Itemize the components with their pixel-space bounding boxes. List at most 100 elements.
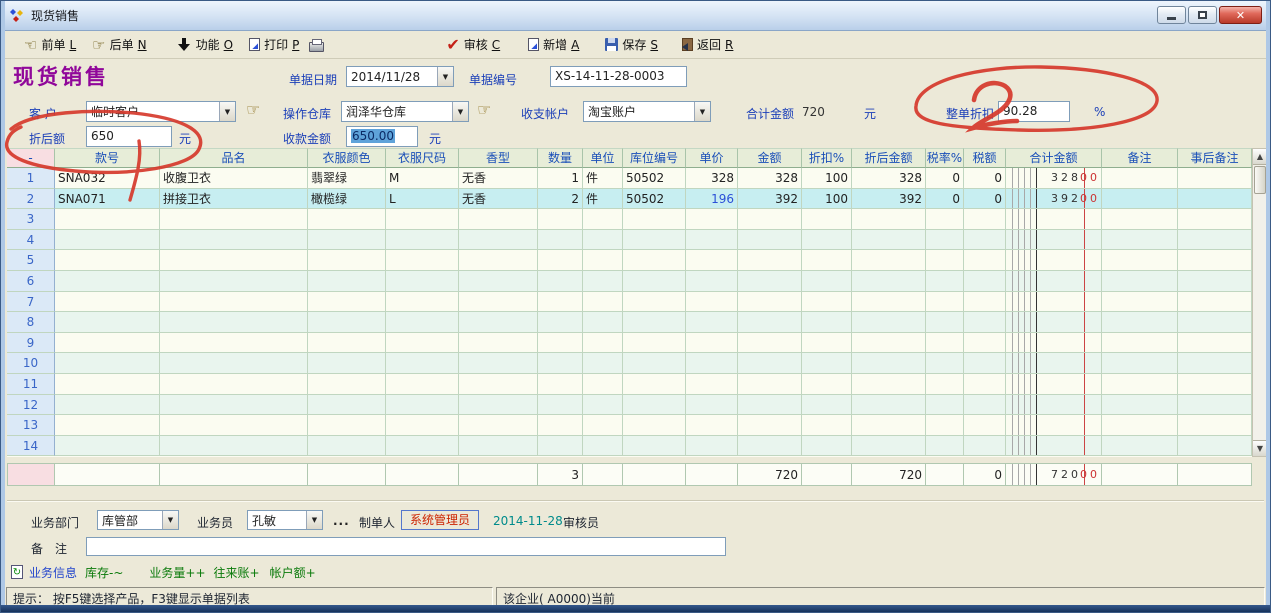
cell-tax_rate[interactable] — [926, 312, 964, 333]
add-new-button[interactable]: 新增A — [528, 36, 579, 53]
cell-color[interactable] — [308, 209, 386, 230]
cell-disc[interactable] — [802, 395, 852, 416]
cell-qty[interactable] — [538, 333, 583, 354]
cell-scent[interactable] — [459, 374, 538, 395]
cell-qty[interactable] — [538, 374, 583, 395]
cell-loc[interactable] — [623, 374, 686, 395]
cell-disc[interactable] — [802, 463, 852, 486]
cell-qty[interactable] — [538, 353, 583, 374]
cell-scent[interactable] — [459, 312, 538, 333]
cell-unit[interactable] — [583, 353, 623, 374]
cell-tax[interactable] — [964, 395, 1006, 416]
cell-amount[interactable]: 720 — [738, 463, 802, 486]
cell-unit[interactable] — [583, 209, 623, 230]
back-button[interactable]: 返回R — [682, 36, 733, 53]
cell-post_remark[interactable] — [1178, 374, 1252, 395]
chevron-down-icon[interactable]: ▼ — [162, 511, 178, 529]
cell-idx[interactable]: 11 — [7, 374, 55, 395]
cell-remark[interactable] — [1102, 189, 1178, 210]
cell-tax_rate[interactable] — [926, 271, 964, 292]
cell-price[interactable]: 328 — [686, 168, 738, 189]
cell-tax_rate[interactable] — [926, 463, 964, 486]
cell-remark[interactable] — [1102, 312, 1178, 333]
cell-amount[interactable] — [738, 333, 802, 354]
cell-unit[interactable] — [583, 415, 623, 436]
cell-price[interactable] — [686, 463, 738, 486]
cell-disc_amount[interactable] — [852, 436, 926, 457]
warehouse-select[interactable]: 润泽华仓库 ▼ — [341, 101, 469, 122]
cell-color[interactable] — [308, 395, 386, 416]
cell-post_remark[interactable] — [1178, 333, 1252, 354]
cell-idx[interactable]: 5 — [7, 250, 55, 271]
col-header-total[interactable]: 合计金额 — [1006, 148, 1102, 168]
cell-total[interactable] — [1006, 374, 1102, 395]
cell-idx[interactable] — [7, 463, 55, 486]
cell-loc[interactable] — [623, 415, 686, 436]
cell-post_remark[interactable] — [1178, 463, 1252, 486]
cell-price[interactable] — [686, 312, 738, 333]
cell-name[interactable] — [160, 250, 308, 271]
cell-post_remark[interactable] — [1178, 230, 1252, 251]
cell-scent[interactable]: 无香 — [459, 168, 538, 189]
cell-qty[interactable] — [538, 230, 583, 251]
cell-style_no[interactable] — [55, 436, 160, 457]
cell-loc[interactable] — [623, 230, 686, 251]
cell-disc_amount[interactable] — [852, 353, 926, 374]
cell-tax[interactable] — [964, 250, 1006, 271]
col-header-size[interactable]: 衣服尺码 — [386, 148, 459, 168]
cell-remark[interactable] — [1102, 292, 1178, 313]
cell-price[interactable] — [686, 271, 738, 292]
cell-unit[interactable] — [583, 292, 623, 313]
cell-idx[interactable]: 8 — [7, 312, 55, 333]
cell-qty[interactable] — [538, 209, 583, 230]
col-header-disc[interactable]: 折扣% — [802, 148, 852, 168]
cell-disc_amount[interactable] — [852, 395, 926, 416]
cell-total[interactable]: 72000 — [1006, 463, 1102, 486]
cell-style_no[interactable] — [55, 374, 160, 395]
cell-name[interactable] — [160, 333, 308, 354]
cell-total[interactable] — [1006, 312, 1102, 333]
cell-post_remark[interactable] — [1178, 292, 1252, 313]
cell-loc[interactable] — [623, 395, 686, 416]
cell-disc_amount[interactable] — [852, 230, 926, 251]
table-row[interactable]: 12 — [7, 395, 1252, 416]
col-header-qty[interactable]: 数量 — [538, 148, 583, 168]
cell-style_no[interactable] — [55, 353, 160, 374]
cell-color[interactable] — [308, 353, 386, 374]
cell-unit[interactable] — [583, 395, 623, 416]
save-button[interactable]: 保存S — [605, 36, 658, 53]
order-discount-input[interactable]: 90.28 — [998, 101, 1070, 122]
cell-post_remark[interactable] — [1178, 271, 1252, 292]
cell-amount[interactable] — [738, 353, 802, 374]
chevron-down-icon[interactable]: ▼ — [452, 102, 468, 121]
table-row[interactable]: 2SNA071拼接卫衣橄榄绿L无香2件505021963921003920039… — [7, 189, 1252, 210]
cell-qty[interactable] — [538, 415, 583, 436]
next-doc-button[interactable]: ☞ 后单N — [92, 36, 146, 53]
cell-style_no[interactable] — [55, 312, 160, 333]
cell-tax_rate[interactable] — [926, 415, 964, 436]
cell-post_remark[interactable] — [1178, 436, 1252, 457]
cell-remark[interactable] — [1102, 436, 1178, 457]
cell-amount[interactable] — [738, 415, 802, 436]
cell-remark[interactable] — [1102, 395, 1178, 416]
cell-tax_rate[interactable] — [926, 374, 964, 395]
cell-color[interactable] — [308, 415, 386, 436]
col-header-loc[interactable]: 库位编号 — [623, 148, 686, 168]
cell-name[interactable] — [160, 271, 308, 292]
cell-scent[interactable] — [459, 250, 538, 271]
cell-style_no[interactable] — [55, 415, 160, 436]
cell-unit[interactable] — [583, 436, 623, 457]
cell-unit[interactable] — [583, 312, 623, 333]
cell-post_remark[interactable] — [1178, 353, 1252, 374]
functions-button[interactable]: 功能O — [179, 36, 233, 53]
cell-idx[interactable]: 14 — [7, 436, 55, 457]
table-row[interactable]: 7 — [7, 292, 1252, 313]
cell-idx[interactable]: 7 — [7, 292, 55, 313]
cell-idx[interactable]: 1 — [7, 168, 55, 189]
cell-disc[interactable] — [802, 353, 852, 374]
cell-tax_rate[interactable] — [926, 209, 964, 230]
cell-idx[interactable]: 12 — [7, 395, 55, 416]
cell-size[interactable] — [386, 374, 459, 395]
cell-qty[interactable] — [538, 271, 583, 292]
cell-unit[interactable] — [583, 271, 623, 292]
